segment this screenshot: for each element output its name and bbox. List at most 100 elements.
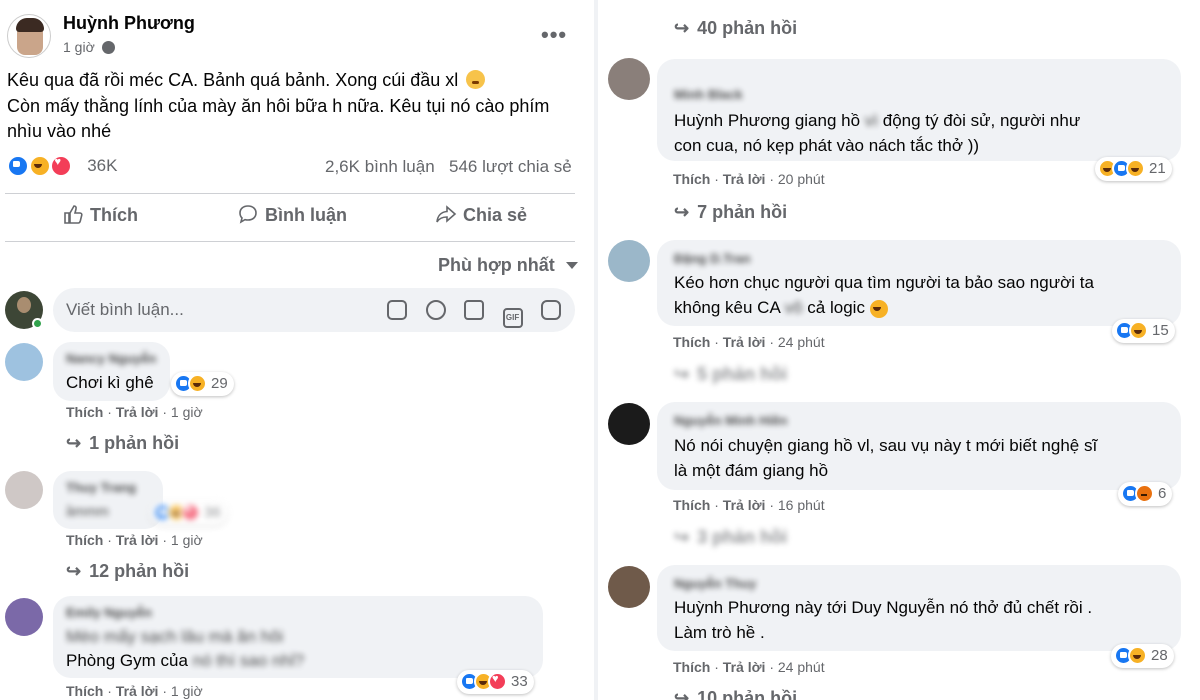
gif-icon[interactable]: GIF	[502, 308, 523, 328]
commenter-name[interactable]: Emily Nguyễn	[66, 605, 152, 620]
comment-reactions[interactable]: 15	[1112, 319, 1175, 343]
avatar-sticker-icon[interactable]	[541, 300, 561, 320]
reply-link[interactable]: Trả lời	[723, 497, 766, 513]
online-status-dot	[32, 318, 43, 329]
view-replies-link[interactable]: ↪ 7 phản hồi	[674, 202, 787, 223]
like-button[interactable]: Thích	[62, 203, 138, 226]
comment-reactions[interactable]: 6	[1118, 482, 1173, 506]
comment-button[interactable]: Bình luận	[237, 203, 347, 226]
reply-link[interactable]: Trả lời	[116, 532, 159, 548]
comments-panel: ↪ 40 phản hồi Minh Black Huỳnh Phương gia…	[598, 0, 1200, 700]
commenter-name[interactable]: Thuy Trang	[66, 480, 136, 495]
divider	[5, 193, 575, 194]
author-avatar[interactable]	[7, 14, 51, 58]
camera-icon[interactable]	[464, 300, 485, 320]
commenter-avatar[interactable]	[608, 240, 650, 282]
comment-reactions[interactable]: 36	[150, 501, 227, 525]
replies-count: 10 phản hồi	[697, 688, 798, 700]
love-reaction-icon	[50, 155, 73, 177]
commenter-avatar[interactable]	[608, 566, 650, 608]
comment-text: Làm trò hề .	[674, 623, 765, 642]
reply-arrow-icon: ↪	[674, 18, 690, 38]
comment-time[interactable]: 24 phút	[778, 334, 825, 350]
view-replies-link[interactable]: ↪ 12 phản hồi	[66, 561, 189, 582]
reply-link[interactable]: Trả lời	[116, 404, 159, 420]
reply-arrow-icon: ↪	[674, 202, 690, 222]
globe-icon	[101, 41, 115, 54]
comment-input[interactable]: Viết bình luận... GIF	[53, 288, 575, 332]
view-replies-link[interactable]: ↪ 5 phản hồi	[674, 364, 787, 385]
like-link[interactable]: Thích	[66, 404, 103, 420]
sticker-icon[interactable]	[387, 300, 408, 320]
reply-arrow-icon: ↪	[674, 527, 690, 547]
more-options-icon[interactable]: •••	[541, 22, 567, 48]
commenter-avatar[interactable]	[5, 343, 43, 381]
emoji-icon[interactable]	[425, 300, 446, 320]
reply-arrow-icon: ↪	[674, 364, 690, 384]
comment-text: con cua, nó kẹp phát vào nách tắc thở ))	[674, 136, 980, 155]
comment-meta: Thích · Trả lời · 1 giờ	[66, 532, 203, 548]
sort-label: Phù hợp nhất	[438, 255, 555, 275]
reply-link[interactable]: Trả lời	[116, 683, 159, 699]
comment-time[interactable]: 16 phút	[778, 497, 825, 513]
comment-bubble: Minh Black Huỳnh Phương giang hồ vì động…	[657, 59, 1181, 161]
commenter-name[interactable]: Đặng D.Tran	[674, 251, 751, 266]
comment-text: Huỳnh Phương giang hồ vì động tý đòi sử,…	[674, 111, 1081, 130]
reply-link[interactable]: Trả lời	[723, 171, 766, 187]
comment-time[interactable]: 24 phút	[778, 659, 825, 675]
comment-reactions[interactable]: 33	[457, 670, 534, 694]
commenter-avatar[interactable]	[5, 598, 43, 636]
share-button-label: Chia sẻ	[463, 205, 528, 225]
comment-sort-dropdown[interactable]: Phù hợp nhất	[438, 255, 578, 276]
comment-time[interactable]: 1 giờ	[171, 532, 203, 548]
view-replies-link[interactable]: ↪ 3 phản hồi	[674, 527, 787, 548]
comment-reactions[interactable]: 21	[1095, 157, 1172, 181]
reaction-count: 15	[1152, 322, 1169, 339]
like-link[interactable]: Thích	[673, 334, 710, 350]
caret-down-icon	[565, 262, 578, 269]
commenter-avatar[interactable]	[5, 471, 43, 509]
like-link[interactable]: Thích	[66, 683, 103, 699]
comment-meta: Thích · Trả lời · 20 phút	[673, 171, 825, 187]
comment-text: ầmmm	[66, 503, 109, 519]
author-name[interactable]: Huỳnh Phương	[63, 13, 195, 34]
comment-meta: Thích · Trả lời · 1 giờ	[66, 683, 203, 699]
comment-input-placeholder: Viết bình luận...	[66, 300, 184, 319]
reply-arrow-icon: ↪	[674, 688, 690, 700]
comment-time[interactable]: 1 giờ	[171, 404, 203, 420]
flushed-emoji-icon	[466, 70, 486, 89]
reaction-count: 36K	[87, 156, 118, 175]
reply-link[interactable]: Trả lời	[723, 659, 766, 675]
love-reaction-icon	[488, 672, 507, 691]
commenter-avatar[interactable]	[608, 403, 650, 445]
comment-count[interactable]: 2,6K bình luận	[325, 157, 435, 177]
haha-reaction-icon	[1129, 321, 1148, 340]
view-replies-link[interactable]: ↪ 10 phản hồi	[674, 688, 797, 700]
comment-time[interactable]: 20 phút	[778, 171, 825, 187]
comment-time[interactable]: 1 giờ	[171, 683, 203, 699]
comment-reactions[interactable]: 29	[171, 372, 234, 396]
comment-reactions[interactable]: 28	[1111, 644, 1174, 668]
view-replies-link[interactable]: ↪ 1 phản hồi	[66, 433, 179, 454]
post-time[interactable]: 1 giờ	[63, 39, 115, 55]
share-count[interactable]: 546 lượt chia sẻ	[449, 157, 572, 177]
commenter-name[interactable]: Nguyễn Minh Hiền	[674, 413, 787, 428]
replies-count: 40 phản hồi	[697, 18, 798, 38]
view-replies-link[interactable]: ↪ 40 phản hồi	[674, 18, 797, 39]
commenter-avatar[interactable]	[608, 58, 650, 100]
commenter-name[interactable]: Minh Black	[674, 87, 743, 102]
reply-arrow-icon: ↪	[66, 561, 82, 581]
like-link[interactable]: Thích	[66, 532, 103, 548]
reaction-count: 29	[211, 375, 228, 392]
post-reactions-summary[interactable]: 36K	[7, 155, 117, 177]
comment-text: Phòng Gym của nó thì sao nhỉ?	[66, 651, 305, 670]
comment-text: Huỳnh Phương này tới Duy Nguyễn nó thở đ…	[674, 598, 1093, 617]
like-link[interactable]: Thích	[673, 659, 710, 675]
like-link[interactable]: Thích	[673, 497, 710, 513]
share-button[interactable]: Chia sẻ	[435, 203, 527, 226]
reply-link[interactable]: Trả lời	[723, 334, 766, 350]
like-link[interactable]: Thích	[673, 171, 710, 187]
haha-reaction-icon	[188, 374, 207, 393]
commenter-name[interactable]: Nancy Nguyễn	[66, 351, 156, 366]
commenter-name[interactable]: Nguyễn Thuy	[674, 576, 756, 591]
